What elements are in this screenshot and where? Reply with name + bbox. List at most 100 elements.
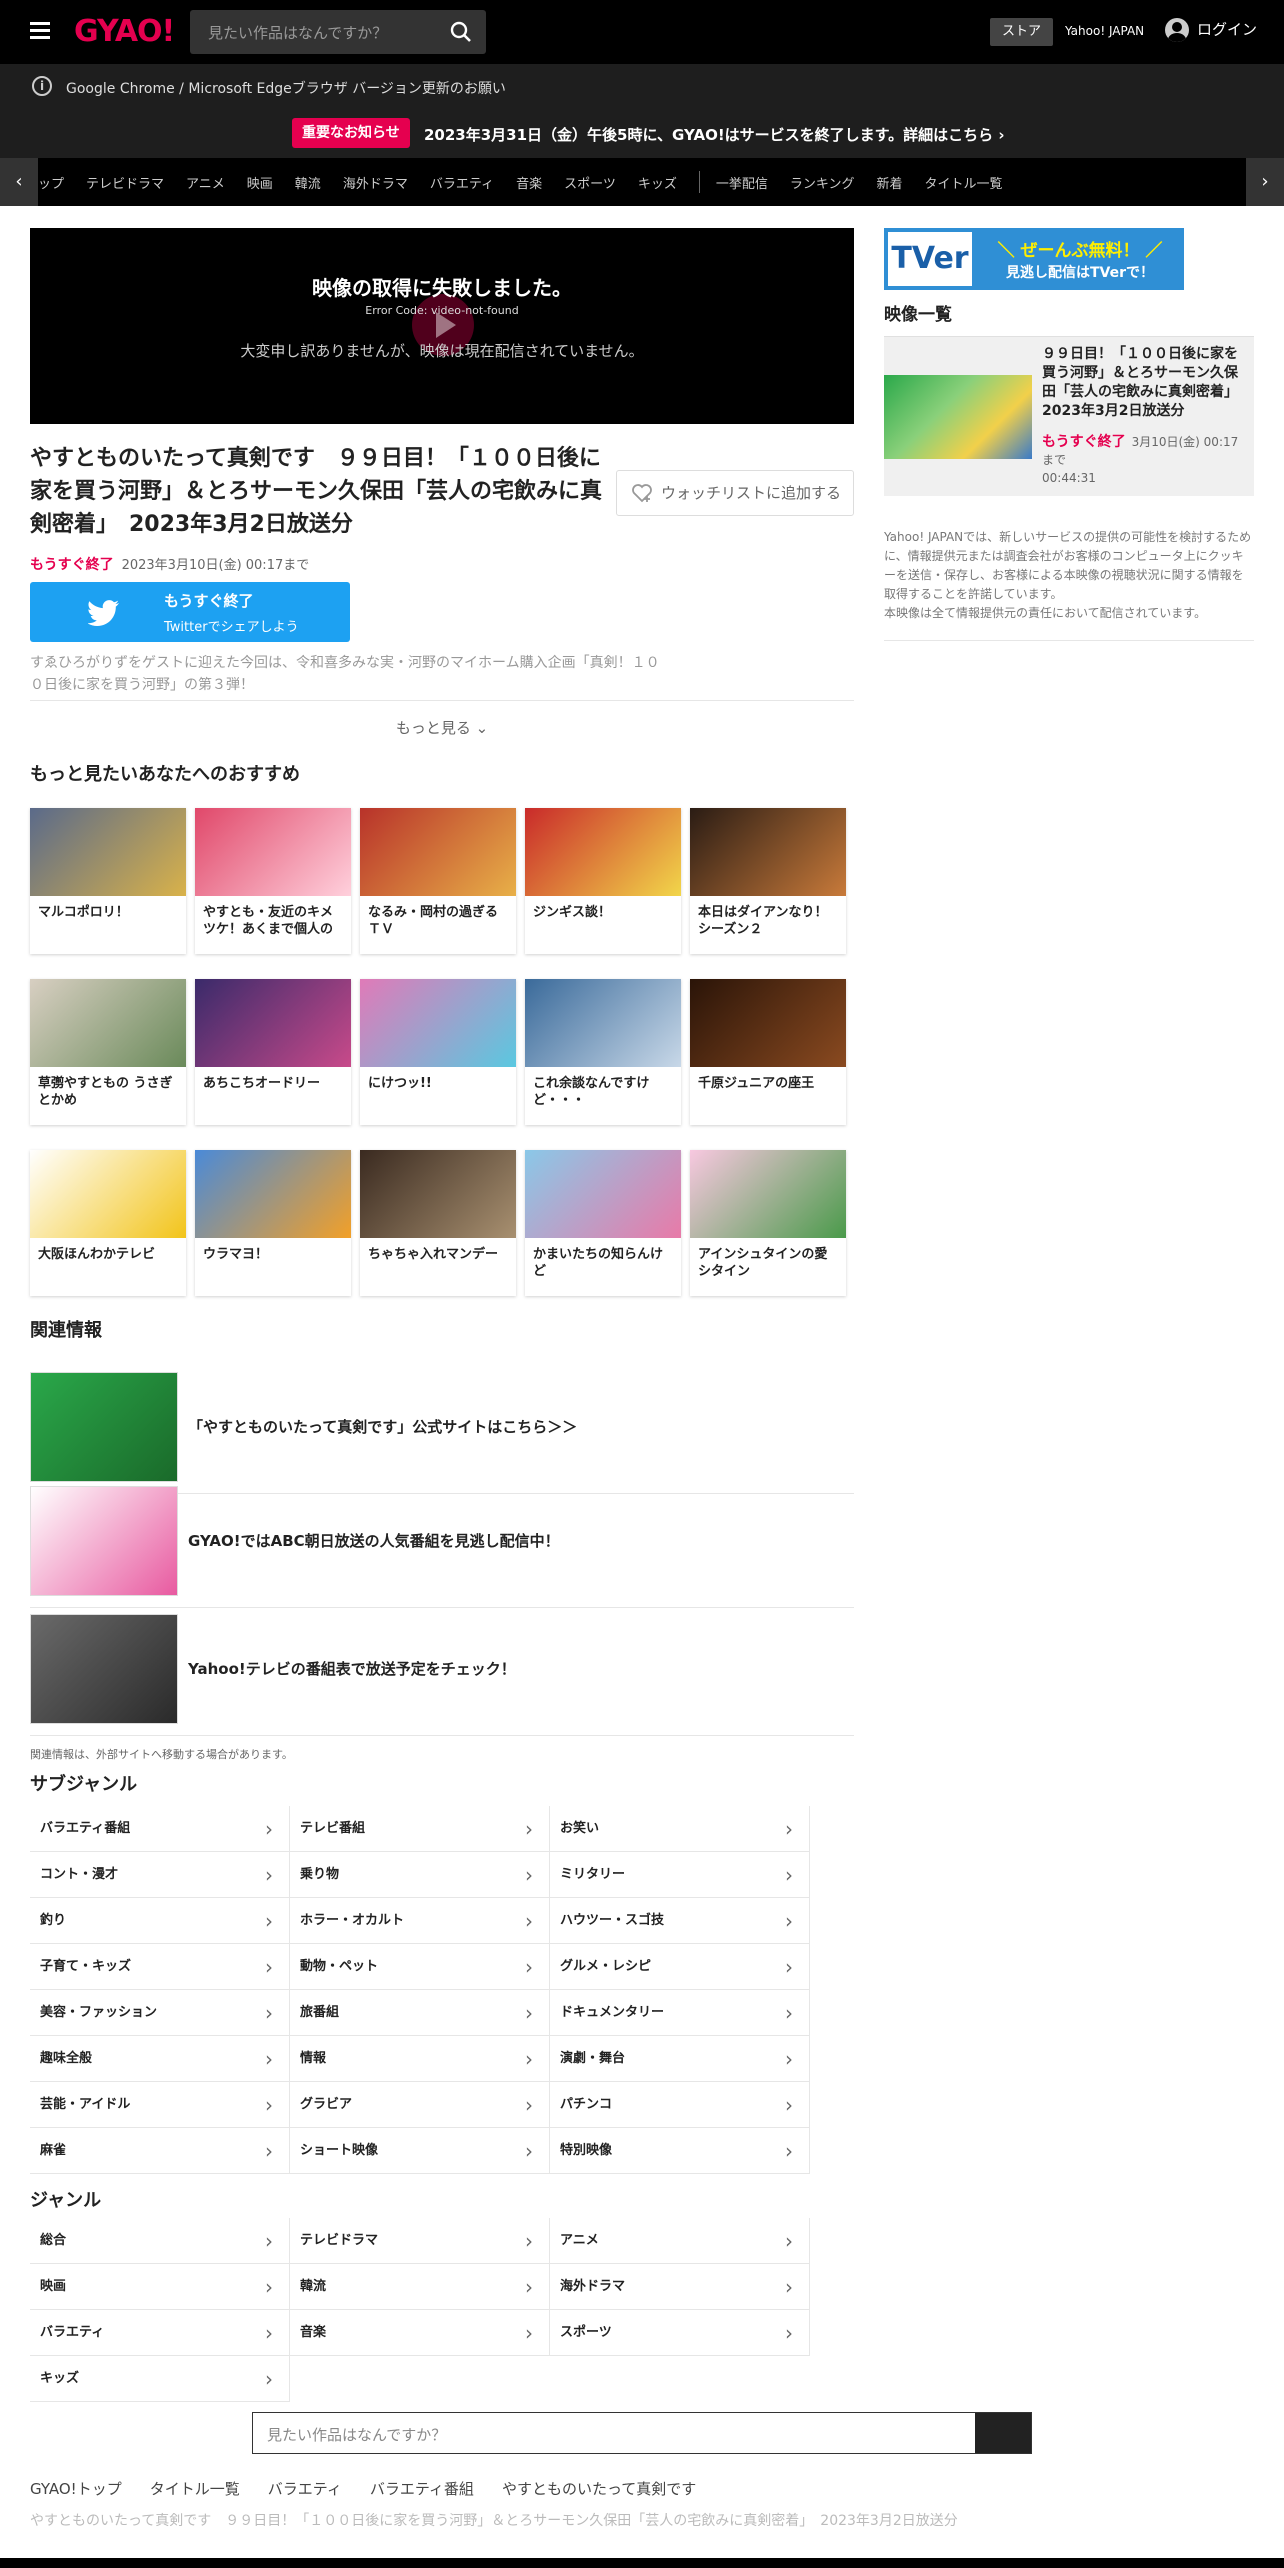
- recommend-title[interactable]: マルコポロリ！: [30, 896, 186, 946]
- nav-item[interactable]: ップ: [38, 173, 64, 192]
- watchlist-button[interactable]: ウォッチリストに追加する: [616, 470, 854, 516]
- recommend-card[interactable]: マルコポロリ！: [30, 808, 186, 954]
- subgenre-item[interactable]: 旅番組: [290, 1990, 550, 2036]
- recommend-card[interactable]: ジンギス談！: [525, 808, 681, 954]
- store-button[interactable]: ストア: [990, 18, 1054, 46]
- recommend-title[interactable]: 草彅やすともの うさぎとかめ: [30, 1067, 186, 1117]
- subgenre-item[interactable]: ハウツー・スゴ技: [550, 1898, 810, 1944]
- search-icon[interactable]: [450, 21, 472, 43]
- nav-left-arrow[interactable]: ‹: [0, 158, 38, 206]
- related-thumbnail[interactable]: [30, 1614, 178, 1724]
- browser-notice[interactable]: i Google Chrome / Microsoft Edgeブラウザ バージ…: [0, 64, 1284, 108]
- subgenre-item[interactable]: 情報: [290, 2036, 550, 2082]
- related-thumbnail[interactable]: [30, 1486, 178, 1596]
- subgenre-item[interactable]: テレビ番組: [290, 1806, 550, 1852]
- video-list-item[interactable]: ９９日目！「１００日後に家を買う河野」＆とろサーモン久保田「芸人の宅飲みに真剣密…: [884, 336, 1254, 496]
- recommend-card[interactable]: やすとも・友近のキメツケ！あくまで個人の: [195, 808, 351, 954]
- search-box[interactable]: 見たい作品はなんですか？: [190, 10, 486, 54]
- genre-item[interactable]: 音楽: [290, 2310, 550, 2356]
- recommend-title[interactable]: かまいたちの知らんけど: [525, 1238, 681, 1288]
- breadcrumb-item[interactable]: バラエティ番組: [370, 2480, 474, 2498]
- subgenre-item[interactable]: 演劇・舞台: [550, 2036, 810, 2082]
- recommend-thumbnail[interactable]: [360, 979, 516, 1067]
- nav-item[interactable]: 新着: [876, 173, 902, 192]
- recommend-thumbnail[interactable]: [30, 808, 186, 896]
- video-thumbnail[interactable]: [884, 375, 1032, 459]
- breadcrumb-item[interactable]: タイトル一覧: [150, 2480, 240, 2498]
- nav-item[interactable]: 音楽: [516, 173, 542, 192]
- related-link[interactable]: 「やすとものいたって真剣です」公式サイトはこちら＞＞: [188, 1372, 577, 1482]
- video-title[interactable]: ９９日目！「１００日後に家を買う河野」＆とろサーモン久保田「芸人の宅飲みに真剣密…: [1042, 345, 1250, 421]
- related-item[interactable]: Yahoo!テレビの番組表で放送予定をチェック！: [30, 1614, 854, 1736]
- subgenre-item[interactable]: ミリタリー: [550, 1852, 810, 1898]
- nav-item[interactable]: タイトル一覧: [925, 173, 1003, 192]
- video-player[interactable]: 映像の取得に失敗しました。 Error Code: video-not-foun…: [30, 228, 854, 424]
- recommend-title[interactable]: やすとも・友近のキメツケ！あくまで個人の: [195, 896, 351, 946]
- breadcrumb-item[interactable]: やすとものいたって真剣です: [502, 2480, 696, 2498]
- recommend-card[interactable]: 大阪ほんわかテレビ: [30, 1150, 186, 1296]
- genre-item[interactable]: 映画: [30, 2264, 290, 2310]
- yahoo-japan-link[interactable]: Yahoo! JAPAN: [1065, 24, 1144, 38]
- login-button[interactable]: ログイン: [1165, 18, 1257, 42]
- related-item[interactable]: 「やすとものいたって真剣です」公式サイトはこちら＞＞: [30, 1372, 854, 1494]
- recommend-title[interactable]: ちゃちゃ入れマンデー: [360, 1238, 516, 1288]
- genre-item[interactable]: アニメ: [550, 2218, 810, 2264]
- subgenre-item[interactable]: 芸能・アイドル: [30, 2082, 290, 2128]
- related-thumbnail[interactable]: [30, 1372, 178, 1482]
- related-link[interactable]: Yahoo!テレビの番組表で放送予定をチェック！: [188, 1614, 516, 1724]
- subgenre-item[interactable]: コント・漫才: [30, 1852, 290, 1898]
- subgenre-item[interactable]: バラエティ番組: [30, 1806, 290, 1852]
- nav-item[interactable]: テレビドラマ: [86, 173, 164, 192]
- nav-item[interactable]: アニメ: [186, 173, 225, 192]
- recommend-card[interactable]: ちゃちゃ入れマンデー: [360, 1150, 516, 1296]
- related-item[interactable]: GYAO!ではABC朝日放送の人気番組を見逃し配信中！: [30, 1486, 854, 1608]
- search-input[interactable]: 見たい作品はなんですか？: [208, 22, 387, 43]
- subgenre-item[interactable]: 釣り: [30, 1898, 290, 1944]
- genre-item[interactable]: キッズ: [30, 2356, 290, 2402]
- subgenre-item[interactable]: お笑い: [550, 1806, 810, 1852]
- genre-item[interactable]: バラエティ: [30, 2310, 290, 2356]
- recommend-thumbnail[interactable]: [525, 1150, 681, 1238]
- subgenre-item[interactable]: ドキュメンタリー: [550, 1990, 810, 2036]
- recommend-card[interactable]: 千原ジュニアの座王: [690, 979, 846, 1125]
- subgenre-item[interactable]: パチンコ: [550, 2082, 810, 2128]
- tver-banner[interactable]: TVer ＼ ぜーんぶ無料！ ／ 見逃し配信はTVerで！: [884, 228, 1184, 290]
- genre-item[interactable]: テレビドラマ: [290, 2218, 550, 2264]
- recommend-thumbnail[interactable]: [525, 979, 681, 1067]
- recommend-title[interactable]: ジンギス談！: [525, 896, 681, 946]
- subgenre-item[interactable]: 子育て・キッズ: [30, 1944, 290, 1990]
- recommend-card[interactable]: かまいたちの知らんけど: [525, 1150, 681, 1296]
- important-notice[interactable]: 重要なお知らせ 2023年3月31日（金）午後5時に、GYAO!はサービスを終了…: [0, 108, 1284, 158]
- subgenre-item[interactable]: グルメ・レシピ: [550, 1944, 810, 1990]
- bottom-search-input[interactable]: 見たい作品はなんですか？: [267, 2424, 446, 2445]
- recommend-thumbnail[interactable]: [195, 979, 351, 1067]
- recommend-card[interactable]: ウラマヨ！: [195, 1150, 351, 1296]
- recommend-title[interactable]: アインシュタインの愛シタイン: [690, 1238, 846, 1288]
- nav-item[interactable]: キッズ: [638, 173, 677, 192]
- recommend-title[interactable]: 千原ジュニアの座王: [690, 1067, 846, 1117]
- recommend-thumbnail[interactable]: [195, 1150, 351, 1238]
- nav-item[interactable]: 海外ドラマ: [343, 173, 408, 192]
- recommend-title[interactable]: 大阪ほんわかテレビ: [30, 1238, 186, 1288]
- recommend-thumbnail[interactable]: [195, 808, 351, 896]
- subgenre-item[interactable]: グラビア: [290, 2082, 550, 2128]
- subgenre-item[interactable]: 趣味全般: [30, 2036, 290, 2082]
- nav-item[interactable]: バラエティ: [430, 173, 494, 192]
- nav-item[interactable]: スポーツ: [564, 173, 616, 192]
- subgenre-item[interactable]: 美容・ファッション: [30, 1990, 290, 2036]
- recommend-thumbnail[interactable]: [30, 979, 186, 1067]
- subgenre-item[interactable]: 麻雀: [30, 2128, 290, 2174]
- recommend-thumbnail[interactable]: [30, 1150, 186, 1238]
- recommend-card[interactable]: アインシュタインの愛シタイン: [690, 1150, 846, 1296]
- recommend-card[interactable]: なるみ・岡村の過ぎるＴＶ: [360, 808, 516, 954]
- related-link[interactable]: GYAO!ではABC朝日放送の人気番組を見逃し配信中！: [188, 1486, 560, 1596]
- subgenre-item[interactable]: ショート映像: [290, 2128, 550, 2174]
- recommend-thumbnail[interactable]: [360, 808, 516, 896]
- genre-item[interactable]: 総合: [30, 2218, 290, 2264]
- nav-item[interactable]: 韓流: [295, 173, 321, 192]
- subgenre-item[interactable]: 乗り物: [290, 1852, 550, 1898]
- show-more-button[interactable]: もっと見る ⌄: [30, 700, 854, 754]
- recommend-thumbnail[interactable]: [690, 979, 846, 1067]
- nav-item[interactable]: 映画: [247, 173, 273, 192]
- subgenre-item[interactable]: ホラー・オカルト: [290, 1898, 550, 1944]
